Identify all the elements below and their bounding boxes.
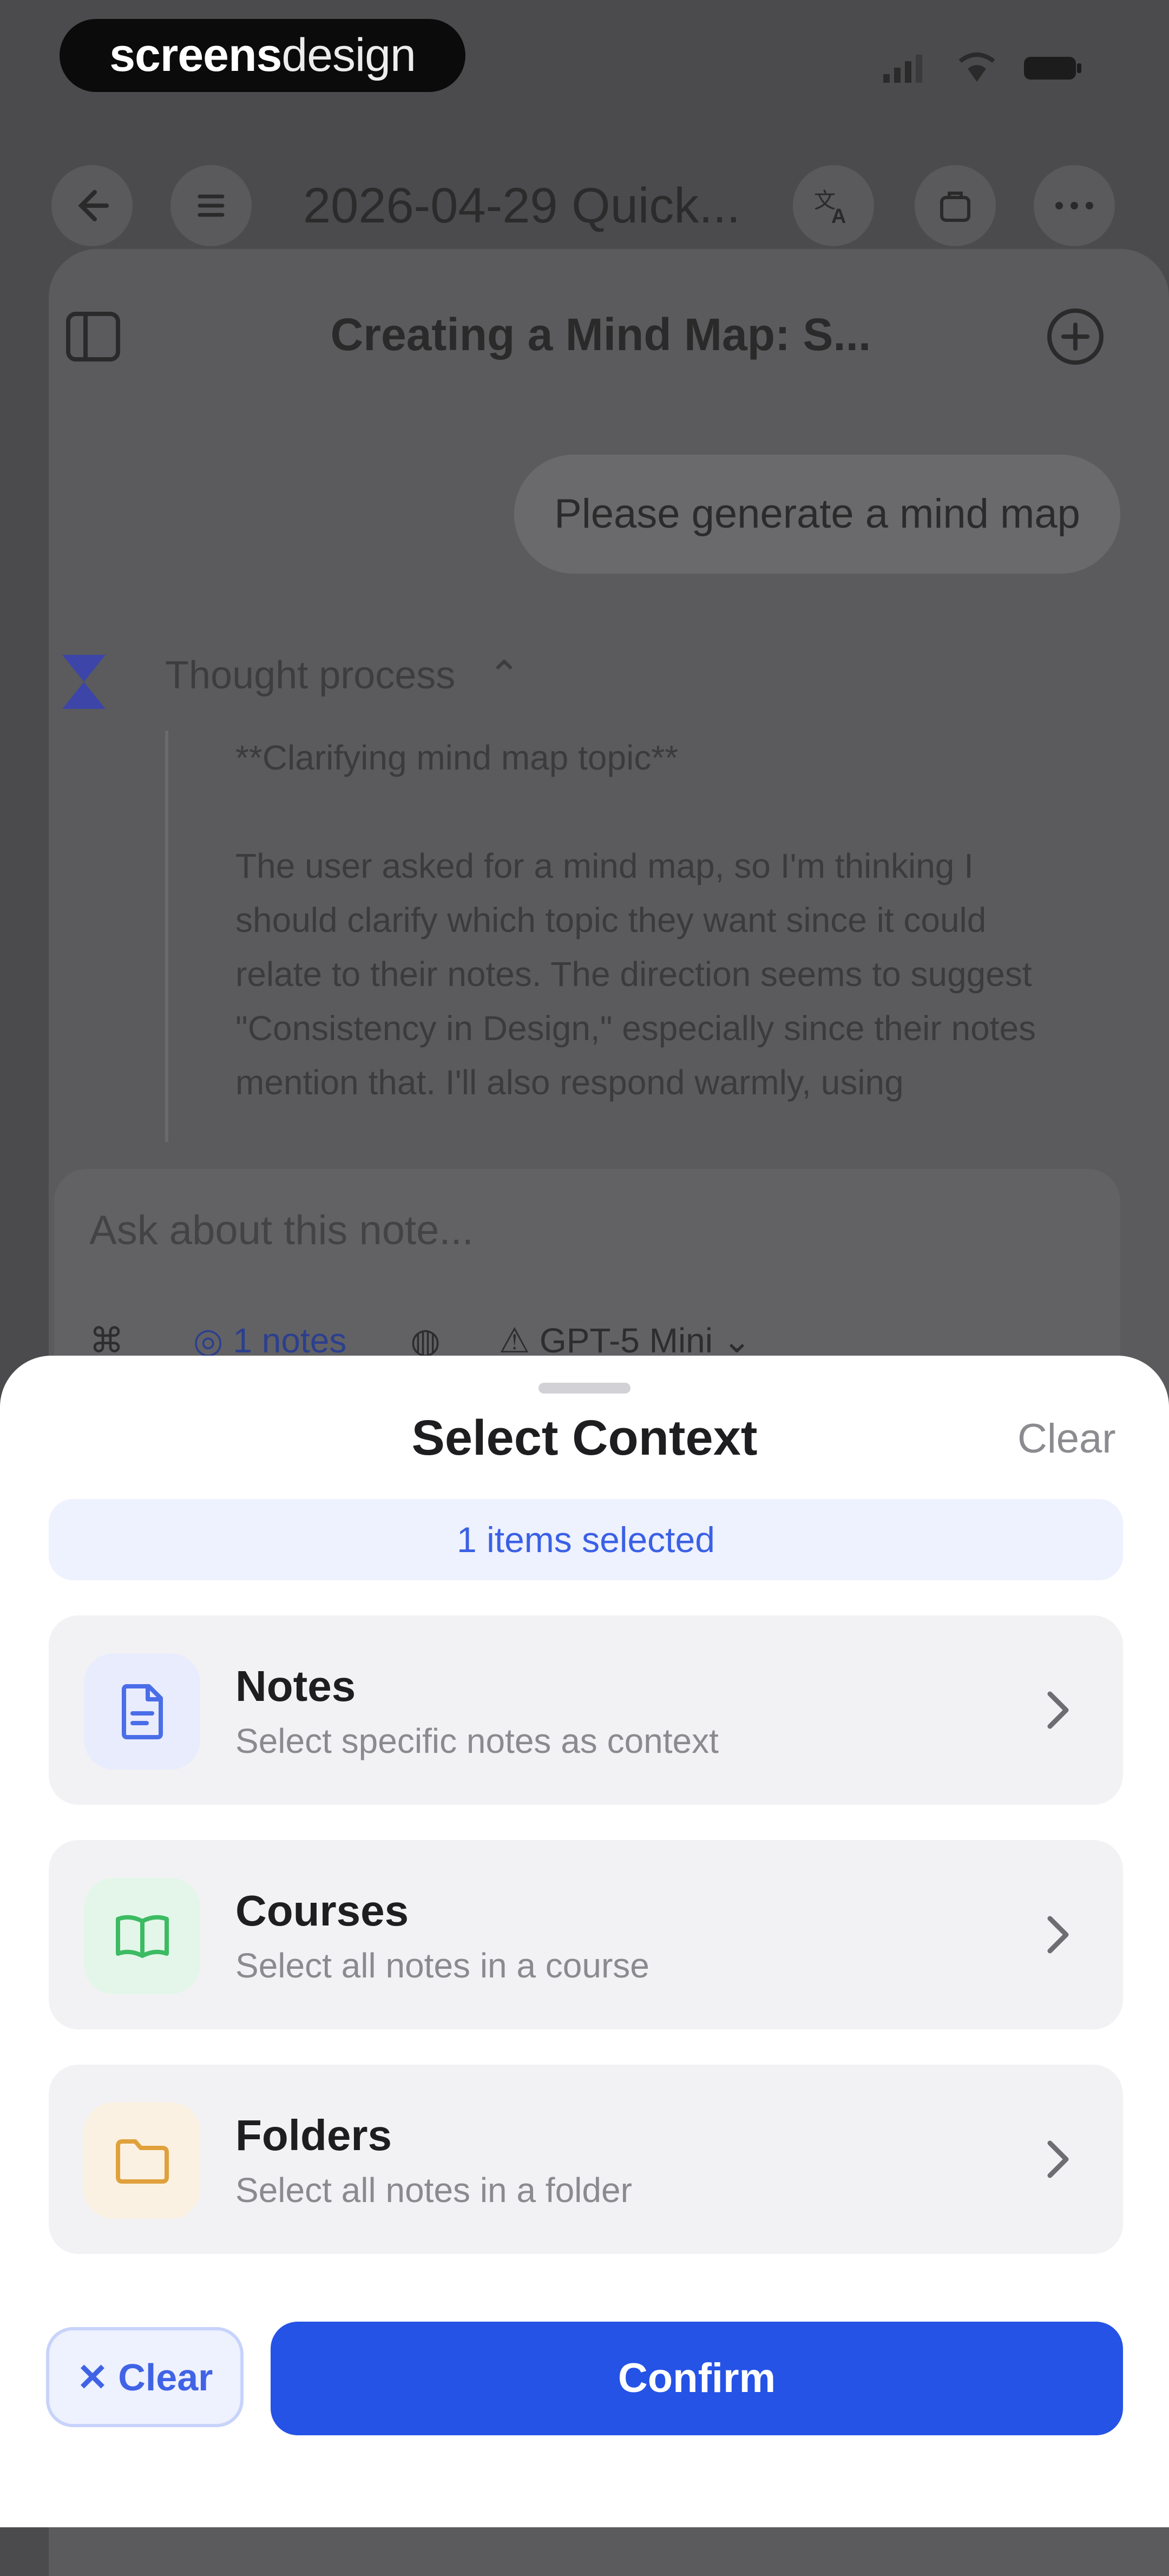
context-chip[interactable]: ◎ 1 notes [193,1321,347,1360]
thought-process-toggle[interactable]: Thought process ⌃ [165,652,521,698]
attach-icon[interactable]: ⌘ [89,1321,124,1360]
thought-body: The user asked for a mind map, so I'm th… [235,846,1036,1102]
chat-input[interactable]: Ask about this note... [89,1207,474,1254]
option-title: Notes [235,1662,356,1710]
option-subtitle: Select all notes in a folder [235,2171,632,2210]
chat-toolbar: ⌘ ◎ 1 notes ◍ ⚠ GPT-5 Mini ⌄ [89,1320,751,1361]
translate-button[interactable]: 文A [793,165,874,246]
sheet-grabber[interactable] [538,1383,631,1394]
svg-text:A: A [831,205,846,227]
note-title: 2026-04-29 Quick... [303,178,741,233]
chevron-right-icon [1047,1916,1069,1954]
brand-logo: screensdesign [60,19,465,92]
ellipsis-icon [1055,202,1093,209]
chevron-right-icon [1047,1691,1069,1729]
arrow-left-icon [78,190,109,221]
thought-heading: **Clarifying mind map topic** [235,738,679,777]
thought-content: **Clarifying mind map topic** The user a… [235,731,1047,1164]
wifi-icon [958,52,995,82]
model-selector[interactable]: ⚠ GPT-5 Mini ⌄ [499,1321,752,1360]
close-icon: ✕ [76,2356,109,2398]
bag-icon [940,192,970,222]
new-chat-icon[interactable] [1045,306,1107,368]
sidebar-toggle-icon[interactable] [65,308,122,365]
header-clear-button[interactable]: Clear [1017,1415,1116,1462]
globe-icon[interactable]: ◍ [410,1321,441,1360]
more-button[interactable] [1034,165,1115,246]
chat-title: Creating a Mind Map: S... [330,309,871,360]
back-button[interactable] [51,165,133,246]
ai-logo-icon [62,655,106,709]
courses-icon-tile [84,1878,200,1994]
folders-icon-tile [84,2102,200,2219]
confirm-button[interactable]: Confirm [271,2322,1123,2435]
share-button[interactable] [915,165,996,246]
document-icon [121,1684,163,1739]
user-message: Please generate a mind map [514,455,1120,574]
sheet-title: Select Context [411,1410,758,1466]
option-folders[interactable]: Folders Select all notes in a folder [49,2065,1123,2254]
translate-icon: 文A [814,189,846,227]
menu-button[interactable] [170,165,252,246]
selected-count-badge: 1 items selected [49,1499,1123,1580]
option-title: Courses [235,1887,409,1935]
book-icon [115,1915,169,1958]
chevron-up-icon: ⌃ [488,654,521,697]
option-notes[interactable]: Notes Select specific notes as context [49,1615,1123,1805]
battery-icon [1024,57,1081,80]
chevron-right-icon [1047,2140,1069,2178]
notes-icon-tile [84,1653,200,1770]
list-icon [198,194,225,217]
clear-button[interactable]: ✕ Clear [46,2327,244,2427]
option-title: Folders [235,2111,392,2159]
option-courses[interactable]: Courses Select all notes in a course [49,1840,1123,2029]
option-subtitle: Select all notes in a course [235,1946,649,1985]
thought-divider [165,731,168,1142]
signal-icon [883,55,922,83]
status-bar: screensdesign [0,0,1169,124]
option-subtitle: Select specific notes as context [235,1721,719,1760]
folder-icon [115,2139,169,2184]
